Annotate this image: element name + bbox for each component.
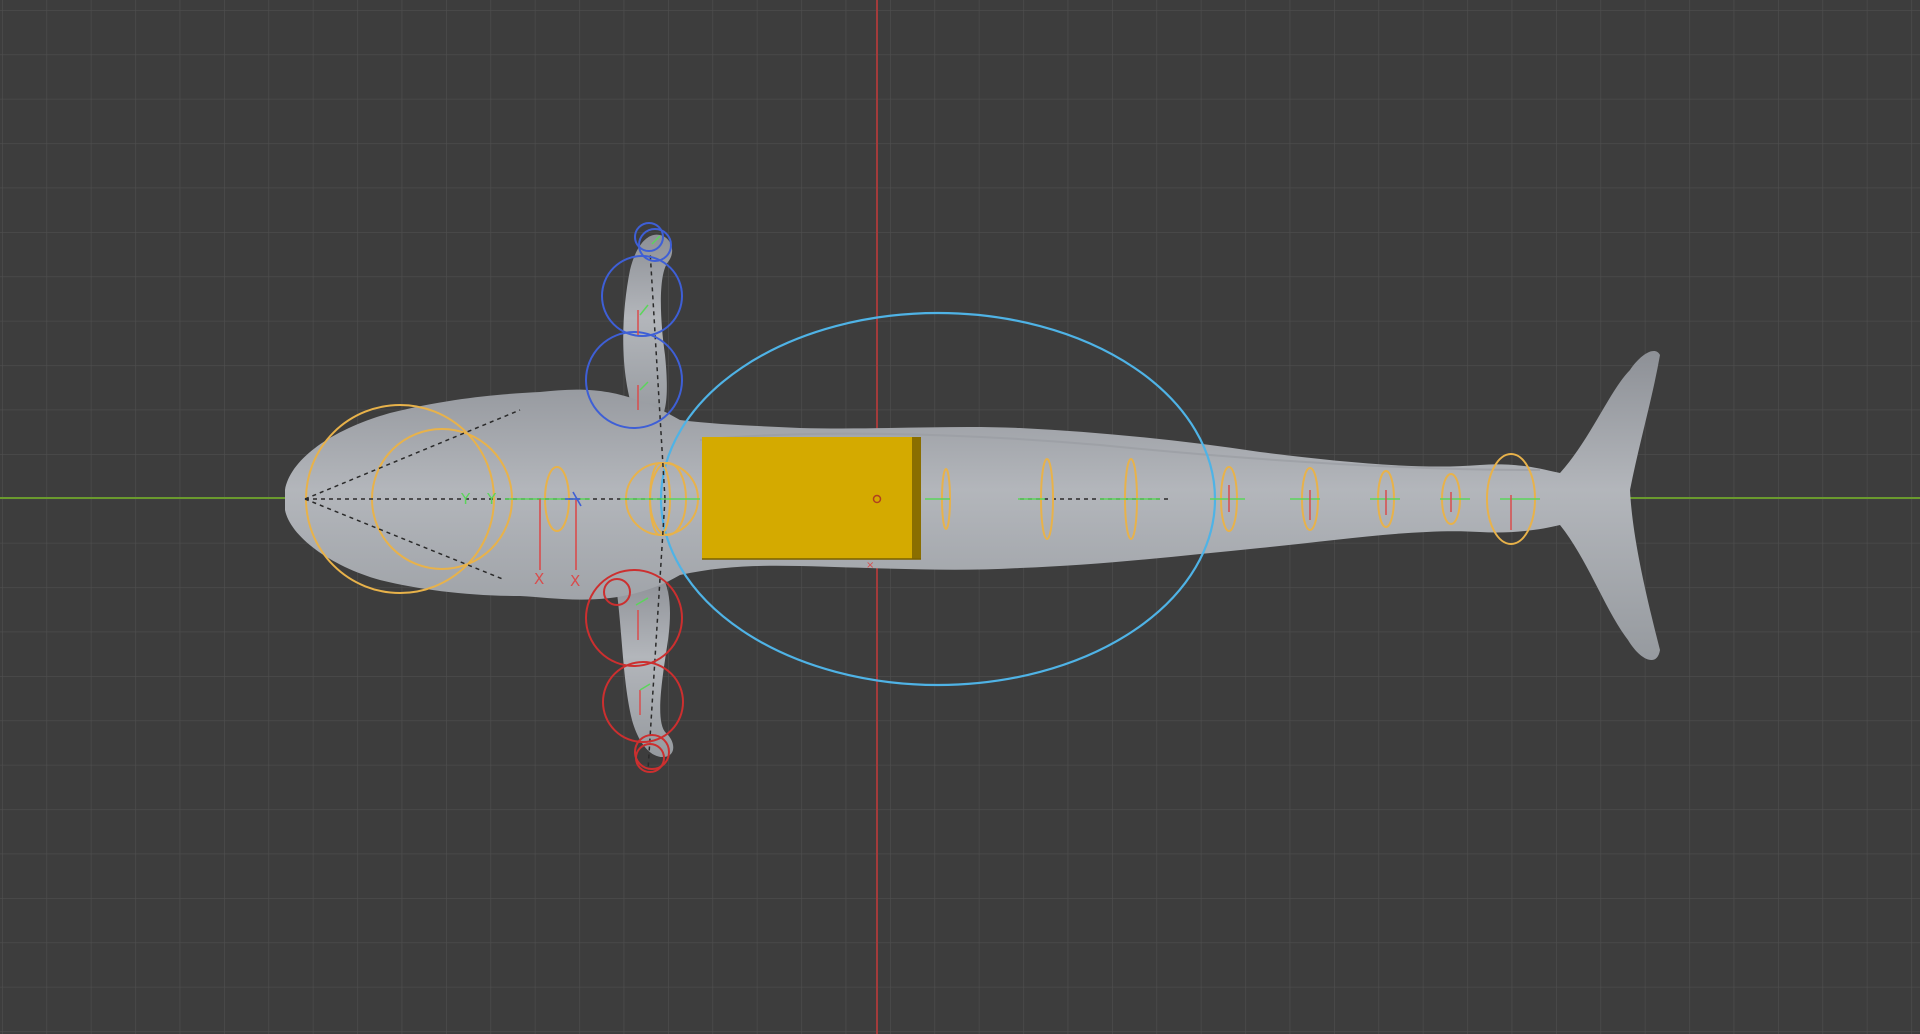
bone-axis-label-y-left: Y bbox=[460, 490, 471, 508]
bone-axis-label-y-right: Y bbox=[486, 490, 497, 508]
bone-axis-label-x-right: X bbox=[570, 572, 580, 590]
cursor-marker: × bbox=[866, 560, 874, 571]
selected-bone[interactable] bbox=[702, 437, 921, 560]
bone-box-shadow bbox=[912, 437, 921, 559]
viewport-canvas[interactable]: Y Y X X × bbox=[0, 0, 1920, 1034]
3d-viewport[interactable]: Y Y X X × bbox=[0, 0, 1920, 1034]
bone-axis-label-x-left: X bbox=[534, 570, 544, 588]
